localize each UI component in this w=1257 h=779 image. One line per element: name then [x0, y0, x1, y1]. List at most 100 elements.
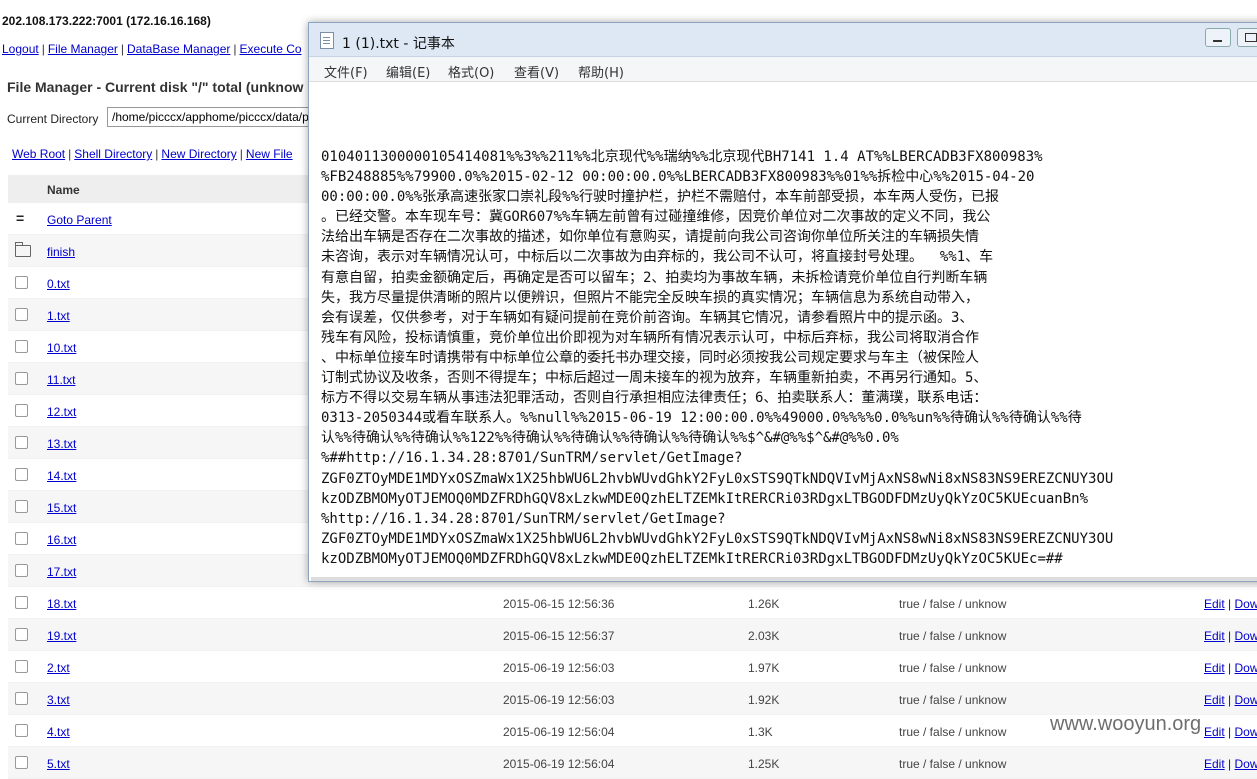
edit-link[interactable]: Edit [1204, 757, 1225, 771]
execute-command-link[interactable]: Execute Co [240, 42, 302, 56]
permissions: true / false / unknow [899, 661, 1007, 675]
text-line: 认%%待确认%%待确认%%122%%待确认%%待确认%%待确认%%待确认%%$^… [321, 430, 899, 447]
text-line: 未咨询，表示对车辆情况认可，中标后以二次事故为由弃标的，我公司不认可，将直接封号… [321, 249, 994, 266]
text-line: 订制式协议及收条，否则不得提车；中标后超过一周未接车的视为放弃，车辆重新拍卖，不… [321, 370, 988, 387]
text-line: 。已经交警。本车现车号：冀GOR607%%车辆左前曾有过碰撞维修，因竞价单位对二… [321, 209, 991, 226]
edit-link[interactable]: Edit [1204, 661, 1225, 675]
permissions: true / false / unknow [899, 597, 1007, 611]
horizontal-scrollbar[interactable] [311, 577, 1257, 581]
file-checkbox[interactable] [15, 692, 28, 705]
edit-link[interactable]: Edit [1204, 693, 1225, 707]
modified-time: 2015-06-19 12:56:03 [503, 661, 615, 675]
file-checkbox[interactable] [15, 596, 28, 609]
file-checkbox[interactable] [15, 308, 28, 321]
file-name-link[interactable]: 15.txt [47, 501, 76, 515]
text-line: 有意自留，拍卖金额确定后，再确定是否可以留车；2、拍卖均为事故车辆，未拆检请竞价… [321, 269, 988, 286]
file-checkbox[interactable] [15, 468, 28, 481]
file-name-link[interactable]: 11.txt [47, 373, 75, 387]
text-line: kzODZBMOMyOTJEMOQ0MDZFRDhGQV8xLzkwMDE0Qz… [321, 490, 1089, 507]
minimize-button[interactable] [1205, 28, 1231, 47]
file-name-link[interactable]: 18.txt [47, 597, 76, 611]
modified-time: 2015-06-19 12:56:04 [503, 757, 615, 771]
notepad-title: 1 (1).txt - 记事本 [342, 36, 455, 52]
file-name-link[interactable]: 3.txt [47, 693, 70, 707]
file-name-link[interactable]: finish [47, 245, 75, 259]
new-directory-link[interactable]: New Directory [161, 147, 236, 161]
menu-file[interactable]: 文件(F) [324, 62, 368, 81]
file-checkbox[interactable] [15, 628, 28, 641]
modified-time: 2015-06-15 12:56:37 [503, 629, 615, 643]
text-line: %http://16.1.34.28:8701/SunTRM/servlet/G… [321, 510, 726, 527]
text-line: 法给出车辆是否存在二次事故的描述，如你单位有意购买，请提前向我公司咨询你单位所关… [321, 229, 979, 246]
text-line: 失，我方尽量提供清晰的照片以便辨识，但照片不能完全反映车损的真实情况；车辆信息为… [321, 289, 979, 306]
menu-format[interactable]: 格式(O) [448, 62, 494, 81]
text-line: 0104011300000105414081%%3%%211%%北京现代%%瑞纳… [321, 149, 1043, 165]
file-checkbox[interactable] [15, 340, 28, 353]
text-line: ZGF0ZTOyMDE1MDYxOSZmaWx1X25hbWU6L2hvbWUv… [321, 470, 1114, 487]
text-line: 会有误差，仅供参考，对于车辆如有疑问提前在竞价前咨询。车辆其它情况，请参看照片中… [321, 309, 974, 326]
file-checkbox[interactable] [15, 500, 28, 513]
file-name-link[interactable]: 4.txt [47, 725, 70, 739]
file-checkbox[interactable] [15, 564, 28, 577]
file-checkbox[interactable] [15, 660, 28, 673]
table-row: 5.txt 2015-06-19 12:56:04 1.25K true / fals… [8, 747, 1257, 779]
file-name-link[interactable]: 5.txt [47, 757, 70, 771]
download-link[interactable]: Dow [1234, 725, 1257, 739]
menu-edit[interactable]: 编辑(E) [386, 62, 430, 81]
menu-help[interactable]: 帮助(H) [578, 62, 624, 81]
text-line: kzODZBMOMyOTJEMOQ0MDZFRDhGQV8xLzkwMDE0Qz… [321, 550, 1063, 567]
file-checkbox[interactable] [15, 276, 28, 289]
file-checkbox[interactable] [15, 404, 28, 417]
database-manager-link[interactable]: DataBase Manager [127, 42, 230, 56]
text-line: 0313-2050344或看车联系人。%%null%%2015-06-19 12… [321, 410, 1082, 427]
notepad-titlebar[interactable]: 1 (1).txt - 记事本 [309, 23, 1257, 57]
page-title: File Manager - Current disk "/" total (u… [7, 79, 304, 95]
modified-time: 2015-06-19 12:56:03 [503, 693, 615, 707]
table-row: 18.txt 2015-06-15 12:56:36 1.26K true / fal… [8, 587, 1257, 619]
file-name-link[interactable]: 19.txt [47, 629, 76, 643]
download-link[interactable]: Dow [1234, 693, 1257, 707]
maximize-button[interactable] [1237, 28, 1257, 47]
download-link[interactable]: Dow [1234, 757, 1257, 771]
edit-link[interactable]: Edit [1204, 597, 1225, 611]
modified-time: 2015-06-19 12:56:04 [503, 725, 615, 739]
notepad-text-area[interactable]: 0104011300000105414081%%3%%211%%北京现代%%瑞纳… [310, 83, 1257, 577]
file-name-link[interactable]: 17.txt [47, 565, 76, 579]
download-link[interactable]: Dow [1234, 661, 1257, 675]
logout-link[interactable]: Logout [2, 42, 39, 56]
notepad-window[interactable]: 1 (1).txt - 记事本 文件(F) 编辑(E) 格式(O) 查看(V) … [308, 22, 1257, 582]
shell-directory-link[interactable]: Shell Directory [74, 147, 152, 161]
text-line: %FB248885%%79900.0%%2015-02-12 00:00:00.… [321, 169, 1035, 186]
download-link[interactable]: Dow [1234, 597, 1257, 611]
file-name-link[interactable]: 2.txt [47, 661, 70, 675]
file-checkbox[interactable] [15, 532, 28, 545]
file-checkbox[interactable] [15, 724, 28, 737]
file-name-link[interactable]: 0.txt [47, 277, 70, 291]
current-directory-label: Current Directory [7, 112, 99, 126]
file-checkbox[interactable] [15, 436, 28, 449]
notepad-menubar: 文件(F) 编辑(E) 格式(O) 查看(V) 帮助(H) [309, 57, 1257, 82]
file-manager-link[interactable]: File Manager [48, 42, 118, 56]
file-name-link[interactable]: 1.txt [47, 309, 70, 323]
file-name-link[interactable]: Goto Parent [47, 213, 112, 227]
new-file-link[interactable]: New File [246, 147, 293, 161]
file-checkbox[interactable] [15, 372, 28, 385]
file-name-link[interactable]: 10.txt [47, 341, 76, 355]
edit-link[interactable]: Edit [1204, 725, 1225, 739]
file-checkbox[interactable] [15, 756, 28, 769]
edit-link[interactable]: Edit [1204, 629, 1225, 643]
table-row: 3.txt 2015-06-19 12:56:03 1.92K true / fals… [8, 683, 1257, 715]
file-name-link[interactable]: 14.txt [47, 469, 76, 483]
file-name-link[interactable]: 16.txt [47, 533, 76, 547]
watermark: www.wooyun.org [1050, 713, 1202, 735]
file-size: 1.25K [748, 757, 780, 771]
permissions: true / false / unknow [899, 725, 1007, 739]
folder-icon [15, 242, 31, 257]
menu-view[interactable]: 查看(V) [514, 62, 559, 81]
download-link[interactable]: Dow [1234, 629, 1257, 643]
file-name-link[interactable]: 13.txt [47, 437, 76, 451]
web-root-link[interactable]: Web Root [12, 147, 65, 161]
file-name-link[interactable]: 12.txt [47, 405, 76, 419]
host-address: 202.108.173.222:7001 (172.16.16.168) [2, 14, 211, 28]
text-line: %##http://16.1.34.28:8701/SunTRM/servlet… [321, 450, 743, 467]
